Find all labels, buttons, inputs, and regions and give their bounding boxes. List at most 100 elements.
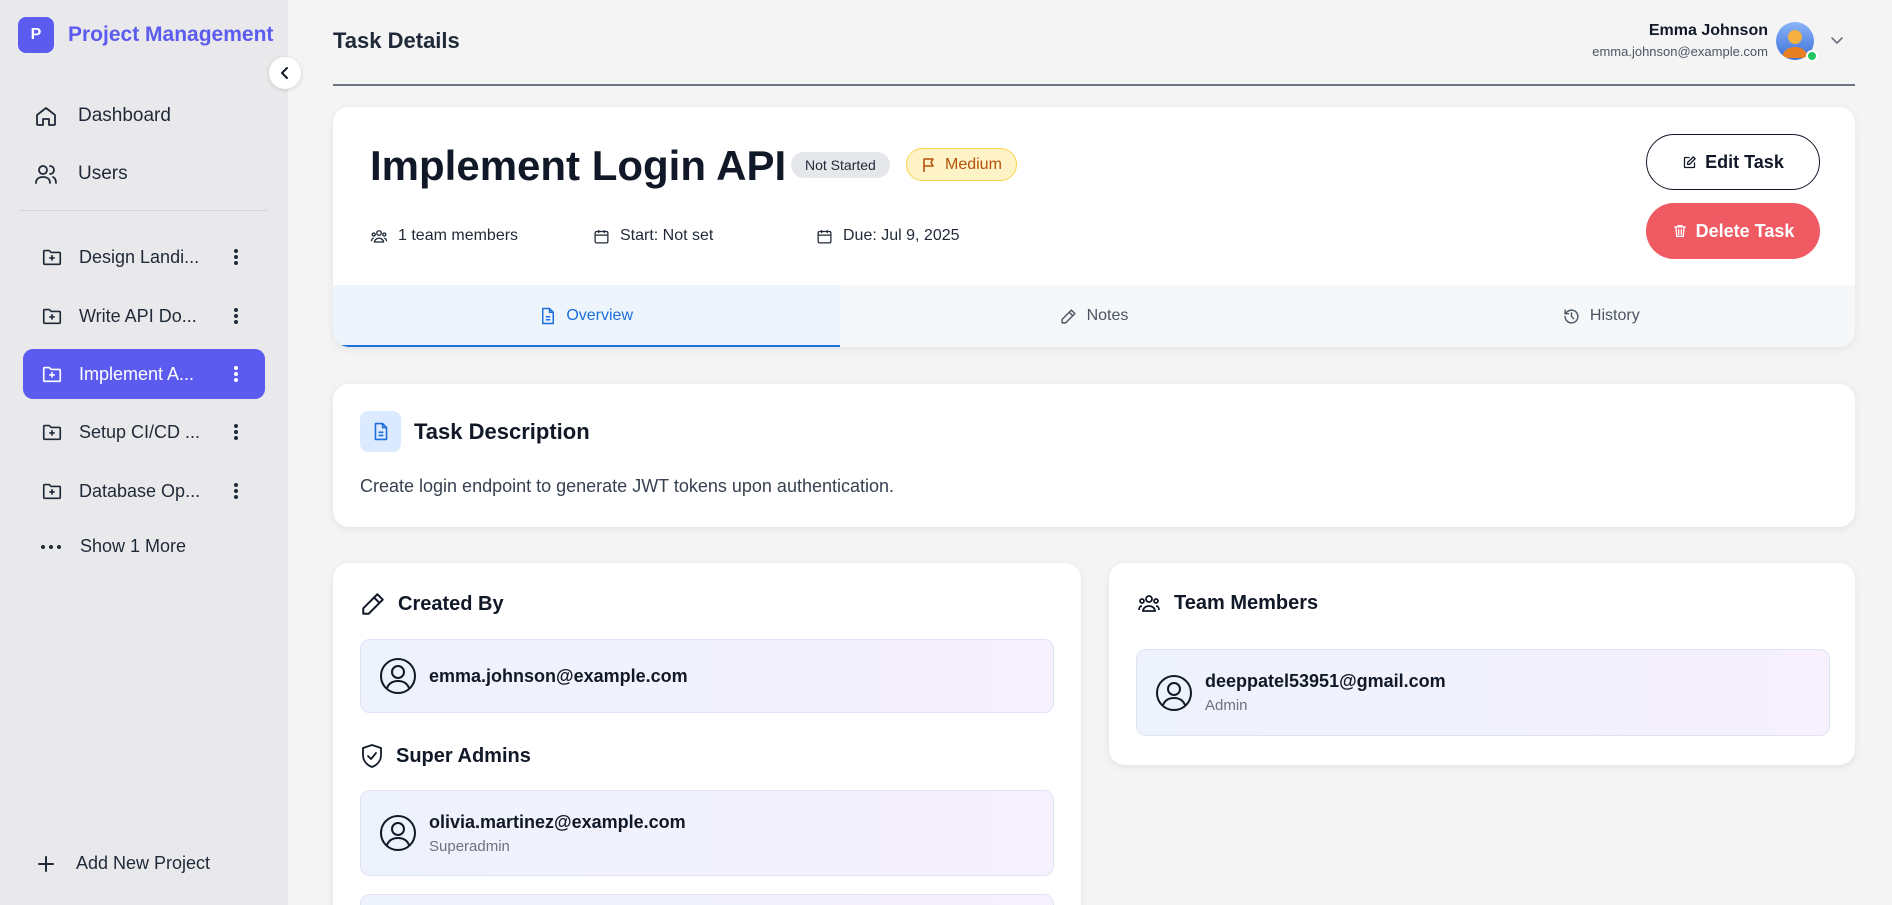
super-admin-row: olivia.martinez@example.com Superadmin: [360, 790, 1054, 876]
user-circle-icon: [1155, 674, 1193, 712]
user-info[interactable]: Emma Johnson emma.johnson@example.com: [1592, 22, 1768, 59]
super-admins-title: Super Admins: [396, 744, 531, 767]
collapse-sidebar-button[interactable]: [269, 57, 301, 89]
project-label: Database Op...: [79, 480, 199, 501]
created-by-card: Created By emma.johnson@example.com Supe…: [333, 563, 1081, 905]
plus-icon: [36, 854, 56, 874]
team-count: 1 team members: [398, 227, 519, 244]
description-text: Create login endpoint to generate JWT to…: [360, 476, 895, 496]
task-header-card: Implement Login API Not Started Medium 1…: [333, 107, 1855, 347]
super-admin-row-partial: [360, 894, 1054, 905]
user-email: emma.johnson@example.com: [1592, 44, 1768, 59]
more-vertical-icon[interactable]: [233, 232, 239, 282]
project-label: Write API Do...: [79, 305, 197, 326]
created-by-title: Created By: [398, 592, 504, 615]
folder-plus-icon: [41, 246, 63, 268]
brand[interactable]: P Project Management: [18, 17, 273, 53]
add-project-label: Add New Project: [76, 853, 211, 873]
pencil-icon: [1060, 308, 1077, 325]
status-badge: Not Started: [791, 152, 890, 178]
online-status-dot: [1806, 50, 1818, 62]
task-tabs: Overview Notes History: [333, 285, 1855, 347]
tab-overview[interactable]: Overview: [333, 285, 841, 347]
pencil-icon: [360, 591, 386, 617]
sidebar-project-item[interactable]: Design Landi...: [23, 232, 265, 282]
chevron-down-icon[interactable]: [1829, 32, 1845, 48]
show-more-button[interactable]: Show 1 More: [40, 536, 186, 557]
tab-label: History: [1589, 307, 1640, 324]
folder-plus-icon: [41, 480, 63, 502]
app-title: Project Management: [68, 23, 274, 46]
history-icon: [1563, 308, 1580, 325]
due-date-meta: Due: Jul 9, 2025: [816, 227, 960, 245]
due-date: Due: Jul 9, 2025: [843, 227, 960, 244]
sidebar-item-dashboard[interactable]: Dashboard: [34, 104, 171, 128]
team-members-card: Team Members deeppatel53951@gmail.com Ad…: [1109, 563, 1855, 765]
tab-label: Notes: [1086, 307, 1129, 324]
task-description-card: Task Description Create login endpoint t…: [333, 384, 1855, 527]
calendar-icon: [816, 228, 833, 245]
team-count-meta: 1 team members: [370, 227, 518, 245]
header-divider: [333, 84, 1855, 86]
team-members-heading: Team Members: [1136, 591, 1318, 615]
team-icon: [370, 227, 388, 245]
users-icon: [34, 162, 58, 186]
tab-label: Overview: [566, 307, 633, 324]
folder-plus-icon: [41, 305, 63, 327]
tab-notes[interactable]: Notes: [840, 285, 1347, 347]
page-title: Task Details: [333, 28, 460, 53]
chevron-left-icon: [278, 66, 292, 80]
edit-task-label: Edit Task: [1705, 151, 1784, 172]
delete-task-button[interactable]: Delete Task: [1646, 203, 1820, 259]
app-logo: P: [18, 17, 54, 53]
edit-task-button[interactable]: Edit Task: [1646, 134, 1820, 190]
delete-task-label: Delete Task: [1695, 220, 1795, 241]
sidebar-project-item[interactable]: Database Op...: [23, 466, 265, 516]
more-horizontal-icon: [40, 544, 62, 550]
description-title: Task Description: [414, 419, 590, 444]
super-admins-heading: Super Admins: [360, 743, 531, 769]
shield-check-icon: [360, 743, 384, 769]
user-circle-icon: [379, 814, 417, 852]
sidebar: P Project Management Dashboard Users Des…: [0, 0, 288, 905]
folder-plus-icon: [41, 363, 63, 385]
trash-icon: [1672, 223, 1688, 239]
start-date-meta: Start: Not set: [593, 227, 713, 245]
start-date: Start: Not set: [620, 227, 714, 244]
created-by-heading: Created By: [360, 591, 504, 617]
user-name: Emma Johnson: [1648, 22, 1768, 39]
team-icon: [1136, 591, 1162, 615]
super-admin-email: olivia.martinez@example.com: [429, 811, 686, 832]
project-label: Design Landi...: [79, 246, 199, 267]
sidebar-item-label: Users: [78, 163, 128, 184]
project-label: Implement A...: [79, 363, 195, 384]
tab-history[interactable]: History: [1348, 285, 1855, 347]
more-vertical-icon[interactable]: [233, 291, 239, 341]
more-vertical-icon[interactable]: [233, 407, 239, 457]
sidebar-project-item[interactable]: Write API Do...: [23, 291, 265, 341]
creator-email: emma.johnson@example.com: [429, 665, 688, 686]
more-vertical-icon[interactable]: [233, 349, 239, 399]
add-new-project-button[interactable]: Add New Project: [36, 853, 210, 874]
team-member-row: deeppatel53951@gmail.com Admin: [1136, 649, 1830, 736]
sidebar-project-item[interactable]: Setup CI/CD ...: [23, 407, 265, 457]
flag-icon: [921, 157, 937, 173]
sidebar-item-users[interactable]: Users: [34, 162, 128, 186]
priority-badge: Medium: [906, 148, 1017, 181]
document-icon: [540, 307, 556, 325]
creator-row: emma.johnson@example.com: [360, 639, 1054, 713]
home-icon: [34, 104, 58, 128]
edit-icon: [1682, 155, 1697, 170]
team-members-title: Team Members: [1174, 591, 1319, 614]
sidebar-project-item-active[interactable]: Implement A...: [23, 349, 265, 399]
show-more-label: Show 1 More: [80, 536, 187, 556]
sidebar-item-label: Dashboard: [78, 105, 171, 126]
task-title: Implement Login API: [370, 142, 787, 189]
user-circle-icon: [379, 657, 417, 695]
folder-plus-icon: [41, 421, 63, 443]
super-admin-role: Superadmin: [429, 837, 510, 855]
team-member-role: Admin: [1205, 697, 1248, 714]
priority-label: Medium: [945, 155, 1002, 173]
more-vertical-icon[interactable]: [233, 466, 239, 516]
document-icon: [360, 411, 401, 452]
